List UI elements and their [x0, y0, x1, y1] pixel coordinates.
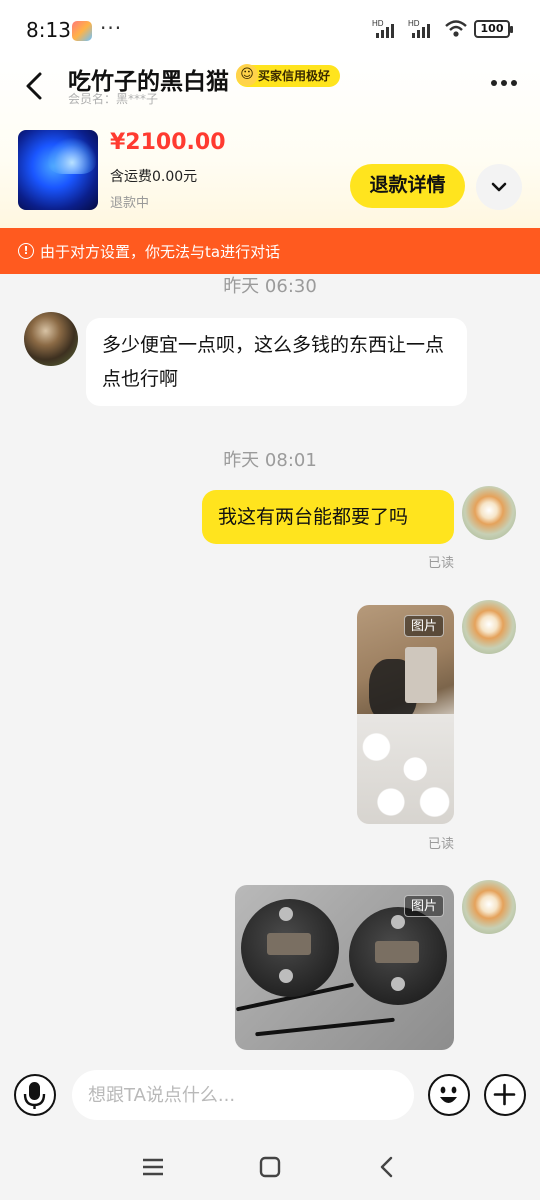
chat-restriction-banner: ! 由于对方设置，你无法与ta进行对话 [0, 228, 540, 274]
photo-knob [391, 977, 405, 991]
message-timestamp: 昨天 08:01 [223, 450, 317, 471]
chat-header: 吃竹子的黑白猫 ☺ 买家信用极好 会员名：黑***子 ¥2100.00 含运费0… [0, 60, 540, 228]
message-bubble-left: 多少便宜一点呗，这么多钱的东西让一点点也行啊 [86, 318, 467, 406]
status-time: 8:13 [26, 18, 71, 42]
back-nav-icon[interactable] [372, 1152, 402, 1182]
app-notification-icon [72, 21, 92, 41]
smile-emoji-icon: ☺ [236, 64, 258, 86]
info-icon: ! [18, 243, 34, 259]
system-nav-bar [0, 1136, 540, 1200]
battery-icon: 100 [474, 20, 513, 38]
refund-details-button[interactable]: 退款详情 [350, 164, 465, 208]
plus-icon [493, 1083, 516, 1106]
seller-avatar[interactable] [24, 312, 78, 366]
photo-device-box [405, 647, 437, 703]
signal-hd-label-2: HD [408, 19, 420, 28]
photo-knob [279, 969, 293, 983]
status-right: HD HD 100 [372, 18, 513, 40]
message-input[interactable] [72, 1070, 414, 1120]
photo-knob [391, 915, 405, 929]
emoji-icon [440, 1086, 457, 1103]
emoji-button[interactable] [428, 1074, 470, 1116]
more-notifications-icon: ··· [100, 16, 123, 40]
my-avatar[interactable] [462, 486, 516, 540]
image-tag: 图片 [403, 895, 444, 917]
my-avatar[interactable] [462, 600, 516, 654]
read-receipt: 已读 [428, 556, 455, 571]
signal-hd-label: HD [372, 19, 384, 28]
product-thumbnail[interactable] [18, 130, 98, 210]
more-options-icon[interactable] [486, 68, 522, 98]
signal-icon-2: HD [408, 19, 430, 38]
photo-plate [375, 941, 419, 963]
expand-order-button[interactable] [476, 164, 522, 210]
product-price: ¥2100.00 [110, 130, 226, 155]
chevron-down-icon [491, 182, 507, 192]
photo-cable [255, 1017, 395, 1037]
microphone-icon [23, 1082, 46, 1109]
home-icon[interactable] [255, 1152, 285, 1182]
recent-apps-icon[interactable] [138, 1152, 168, 1182]
read-receipt: 已读 [428, 837, 455, 852]
message-timestamp: 昨天 06:30 [223, 276, 317, 297]
credit-badge: ☺ 买家信用极好 [236, 64, 341, 87]
signal-icon: HD [372, 19, 394, 38]
credit-badge-label: 买家信用极好 [258, 69, 331, 83]
wifi-icon [445, 20, 467, 37]
voice-button[interactable] [14, 1074, 56, 1116]
more-actions-button[interactable] [484, 1074, 526, 1116]
photo-plate [267, 933, 311, 955]
image-tag: 图片 [403, 615, 444, 637]
back-icon[interactable] [18, 66, 54, 106]
message-input-bar [0, 1058, 540, 1136]
photo-packing [357, 714, 454, 824]
status-bar: 8:13 ··· HD HD 100 [0, 0, 540, 60]
photo-knob [279, 907, 293, 921]
image-message[interactable]: 图片 [235, 885, 454, 1050]
my-avatar[interactable] [462, 880, 516, 934]
order-status: 退款中 [110, 196, 150, 211]
member-name: 会员名：黑***子 [68, 92, 159, 106]
chat-restriction-text: 由于对方设置，你无法与ta进行对话 [40, 243, 281, 261]
shipping-fee: 含运费0.00元 [110, 169, 198, 185]
message-bubble-right: 我这有两台能都要了吗 [202, 490, 454, 544]
image-message[interactable]: 图片 [357, 605, 454, 824]
